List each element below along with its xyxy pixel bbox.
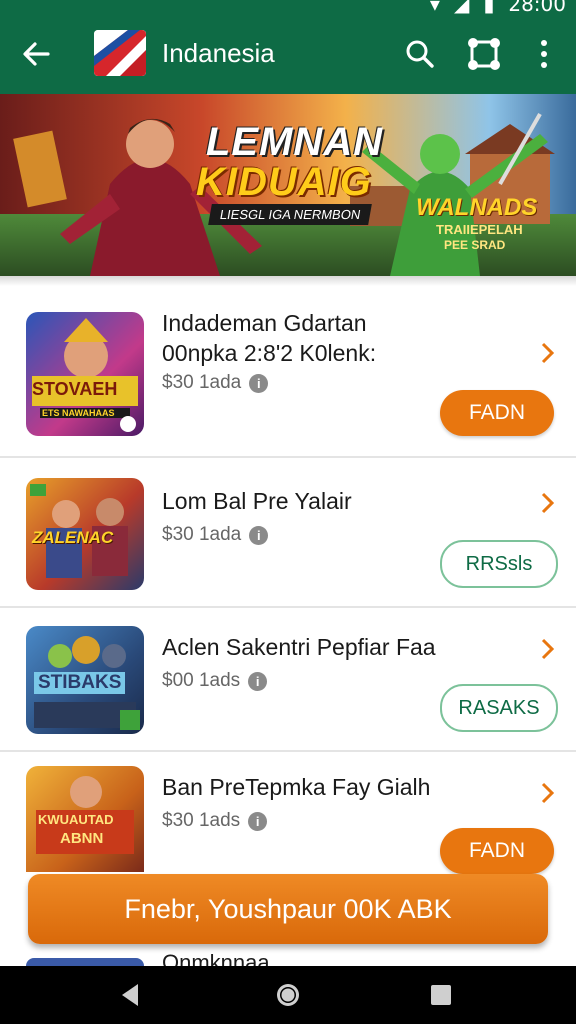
thumb-title: STIBAKS [34,672,126,694]
promo-banner[interactable]: LEMNAN KIDUAIG LIESGL IGA NERMBON WALNAD… [0,94,576,276]
banner-right-sub1: TRAIIEPELAH [436,222,523,237]
price-text: $30 1ada [162,372,242,393]
item-price: $00 1ads i [162,670,268,692]
item-title: Indademan Gdartan [162,310,367,336]
item-price: $30 1ads i [162,810,268,832]
app-bar: Indanesia [0,14,576,94]
item-price: $30 1ada i [162,524,269,546]
banner-right-sub2: PEE SRAD [444,238,506,252]
search-icon[interactable] [402,36,438,72]
chevron-right-icon[interactable] [538,780,558,806]
price-text: $00 1ads [162,670,241,691]
chevron-right-icon[interactable] [538,340,558,366]
game-thumbnail: STOVAEH ETS NAWAHAAS [26,312,144,436]
system-nav-bar [0,966,576,1024]
list-item[interactable]: STIBAKS Aclen Sakentri Pepfiar Faa $00 1… [0,608,576,750]
banner-title-line1: LEMNAN [206,120,384,164]
primary-cta-button[interactable]: Fnebr, Youshpaur 00K ABK [28,874,548,944]
thumb-title: STOVAEH [32,379,118,399]
game-thumbnail: KWUAUTAD ABNN [26,766,144,872]
thumb-title: ZALENAC [32,528,114,547]
back-arrow-icon[interactable] [16,34,56,74]
list-item[interactable]: STOVAEH ETS NAWAHAAS Indademan Gdartan 0… [0,290,576,456]
price-text: $30 1ads [162,810,241,831]
secondary-action-button[interactable]: RRSsls [440,540,558,588]
game-thumbnail: ZALENAC [26,478,144,590]
thumb-title: KWUAUTAD [38,812,114,827]
banner-shadow [0,276,576,286]
banner-title-line2: KIDUAIG [196,160,372,204]
app-logo [94,30,146,76]
item-title: Lom Bal Pre Yalair [162,488,352,514]
info-icon[interactable]: i [248,811,268,831]
item-subtitle: 00npka 2:8'2 K0lenk: [162,340,377,366]
share-icon[interactable] [466,36,502,72]
thumb-subtitle: ETS NAWAHAAS [42,408,115,418]
item-title: Aclen Sakentri Pepfiar Faa [162,634,436,660]
banner-subtitle: LIESGL IGA NERMBON [208,204,373,225]
nav-back-icon[interactable] [116,980,146,1010]
status-bar: ▾ ◢ ▮ 28:00 [0,0,576,16]
nav-recents-icon[interactable] [426,980,456,1010]
more-vert-icon[interactable] [526,36,562,72]
list-item[interactable]: KWUAUTAD ABNN Ban PreTepmka Fay Gialh $3… [0,752,576,874]
app-title: Indanesia [162,38,275,68]
item-price: $30 1ada i [162,372,269,394]
get-button[interactable]: FADN [440,390,554,436]
secondary-action-button[interactable]: RASAKS [440,684,558,732]
get-button[interactable]: FADN [440,828,554,874]
banner-right-title: WALNADS [416,194,538,221]
thumb-subtitle: ABNN [60,830,104,847]
chevron-right-icon[interactable] [538,490,558,516]
info-icon[interactable]: i [248,671,268,691]
item-title: Ban PreTepmka Fay Gialh [162,774,431,800]
price-text: $30 1ada [162,524,242,545]
list-item[interactable]: ZALENAC Lom Bal Pre Yalair $30 1ada i RR… [0,458,576,606]
item-title: Onmknnaa [162,950,270,966]
info-icon[interactable]: i [249,373,269,393]
info-icon[interactable]: i [249,525,269,545]
chevron-right-icon[interactable] [538,636,558,662]
game-thumbnail: STIBAKS [26,626,144,734]
nav-home-icon[interactable] [273,980,303,1010]
game-thumbnail [26,958,144,966]
